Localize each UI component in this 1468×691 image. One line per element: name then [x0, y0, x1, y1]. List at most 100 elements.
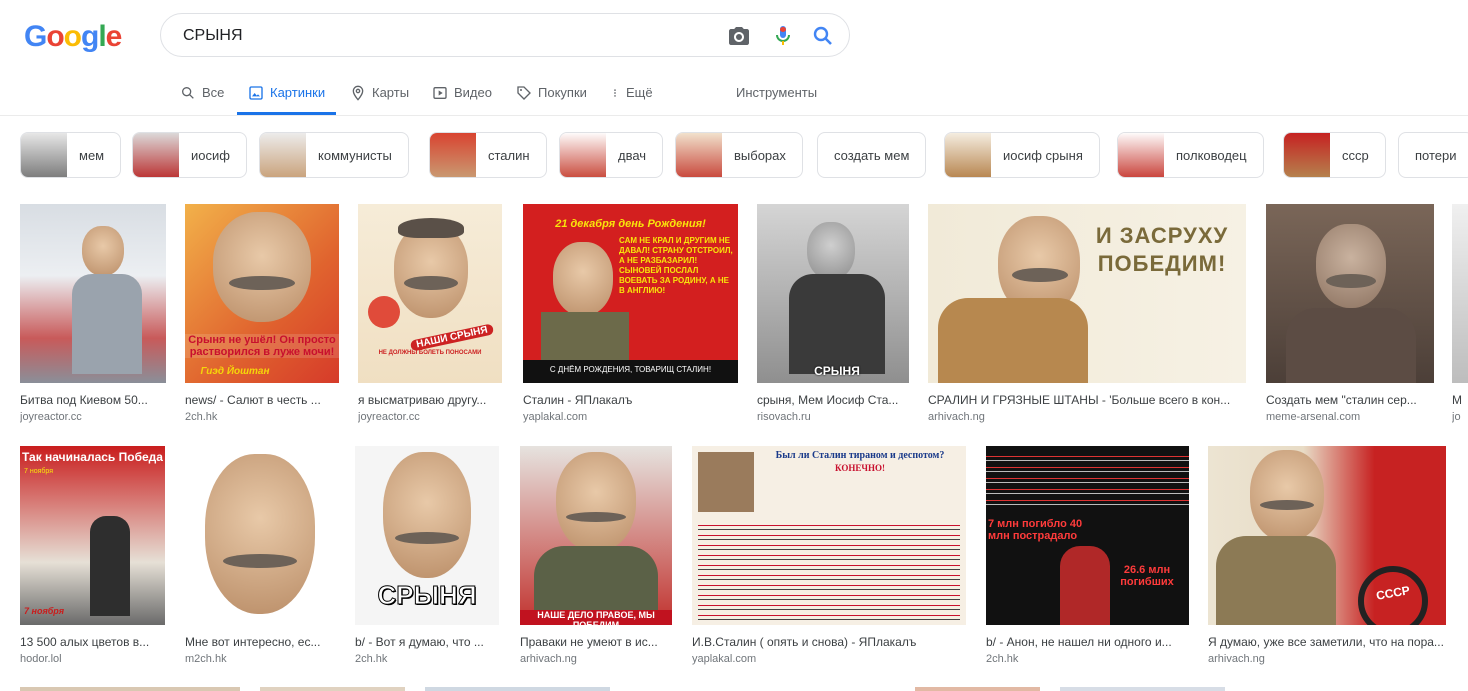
result-source: yaplakal.com: [523, 411, 588, 423]
chip[interactable]: создать мем: [817, 132, 927, 178]
image-text: Так начиналась Победа: [22, 450, 163, 464]
image-text: НЕ ДОЛЖНЫ БОЛЕТЬ ПОНОСАМИ: [378, 350, 482, 356]
tab-label: Инструменты: [736, 85, 818, 100]
image-text: 7 млн погибло 40 млн пострадало: [988, 518, 1083, 542]
logo-letter: o: [63, 20, 82, 53]
chip[interactable]: выборах: [675, 132, 803, 178]
tab-label: Все: [202, 85, 225, 100]
result-caption: М: [1452, 393, 1462, 407]
result-image: Был ли Сталин тираном и деспотом? КОНЕЧН…: [692, 446, 966, 625]
result-source: hodor.lol: [20, 653, 62, 665]
result-source: yaplakal.com: [692, 653, 757, 665]
tab-images[interactable]: Картинки: [237, 78, 337, 115]
image-text: 7 ноября: [24, 468, 54, 475]
result-image: [185, 446, 336, 625]
chip-label: ссср: [1342, 147, 1369, 163]
result-source: risovach.ru: [757, 411, 811, 423]
result-source: jo: [1452, 411, 1461, 423]
result-image: 7 млн погибло 40 млн пострадало 26.6 млн…: [986, 446, 1189, 625]
tab-label: Видео: [454, 85, 492, 100]
camera-icon[interactable]: [727, 24, 751, 48]
result-caption: И.В.Сталин ( опять и снова) - ЯПлакалъ: [692, 635, 917, 649]
tab-label: Карты: [372, 85, 410, 100]
search-icon[interactable]: [811, 24, 835, 48]
chip-thumbnail: [560, 133, 606, 177]
next-row-preview: [20, 687, 1468, 691]
chip-thumbnail: [260, 133, 306, 177]
chip[interactable]: мем: [20, 132, 122, 178]
chip-label: двач: [618, 147, 647, 163]
result-caption: Создать мем "сталин сер...: [1266, 393, 1417, 407]
tab-maps[interactable]: Карты: [350, 78, 409, 115]
tab-label: Ещё: [626, 85, 653, 100]
tag-icon: [517, 86, 531, 100]
result-image: 21 декабря день Рождения! САМ НЕ КРАЛ И …: [523, 204, 738, 383]
chip-label: полководец: [1176, 147, 1247, 163]
tab-shopping[interactable]: Покупки: [516, 78, 587, 115]
image-text: КОНЕЧНО!: [835, 463, 885, 473]
chip-thumbnail: [1118, 133, 1164, 177]
result-image: [20, 204, 166, 383]
chip-label: потери: [1415, 147, 1457, 163]
tab-video[interactable]: Видео: [432, 78, 492, 115]
search-input[interactable]: [181, 22, 705, 50]
logo-letter: e: [105, 20, 123, 53]
image-text: Гиэд Йоштан: [200, 366, 270, 377]
result-caption: СРАЛИН И ГРЯЗНЫЕ ШТАНЫ - 'Больше всего в…: [928, 393, 1231, 407]
result-source: 2ch.hk: [986, 653, 1019, 665]
logo-letter: l: [98, 20, 106, 53]
result-caption: Сталин - ЯПлакалъ: [523, 393, 633, 407]
image-text: САМ НЕ КРАЛ И ДРУГИМ НЕ ДАВАЛ! СТРАНУ ОТ…: [619, 236, 733, 295]
search-icon: [182, 87, 194, 99]
chip[interactable]: потери: [1398, 132, 1468, 178]
result-caption: Мне вот интересно, ес...: [185, 635, 321, 649]
image-text: НАШЕ ДЕЛО ПРАВОЕ, МЫ ПОБЕДИМ: [520, 610, 672, 625]
image-text: НАШИ СРЫНЯ: [409, 323, 495, 352]
result-image: СРЫНЯ: [355, 446, 499, 625]
result-source: joyreactor.cc: [358, 411, 420, 423]
result-caption: b/ - Вот я думаю, что ...: [355, 635, 484, 649]
image-text: 26.6 млн погибших: [1120, 564, 1174, 588]
microphone-icon[interactable]: [771, 24, 795, 48]
result-caption: я высматриваю другу...: [358, 393, 487, 407]
chip-label: иосиф срыня: [1003, 147, 1083, 163]
logo-letter: o: [46, 20, 64, 53]
image-text: СРЫНЯ: [377, 580, 477, 611]
result-source: arhivach.ng: [520, 653, 577, 665]
tab-all[interactable]: Все: [180, 78, 224, 115]
google-logo[interactable]: Google: [24, 20, 123, 54]
chip[interactable]: иосиф: [132, 132, 247, 178]
chip-label: коммунисты: [318, 147, 392, 163]
chip-label: мем: [79, 147, 105, 163]
chip[interactable]: сталин: [429, 132, 547, 178]
image-text: И ЗАСРУХУ ПОБЕДИМ!: [1095, 223, 1229, 276]
tab-tools[interactable]: Инструменты: [736, 78, 817, 115]
image-text: СРЫНЯ: [814, 364, 860, 378]
chip-label: выборах: [734, 147, 786, 163]
chip-thumbnail: [1284, 133, 1330, 177]
chip-label: иосиф: [191, 147, 230, 163]
result-image: СРЫНЯ: [757, 204, 909, 383]
map-pin-icon: [352, 85, 364, 101]
result-image: И ЗАСРУХУ ПОБЕДИМ!: [928, 204, 1246, 383]
chip[interactable]: коммунисты: [259, 132, 409, 178]
image-text: Был ли Сталин тираном и деспотом?: [775, 450, 945, 461]
result-caption: Правaки не умеют в ис...: [520, 635, 658, 649]
chip[interactable]: иосиф срыня: [944, 132, 1100, 178]
result-image: Срыня не ушёл! Он просто растворился в л…: [185, 204, 339, 383]
result-source: arhivach.ng: [928, 411, 985, 423]
result-source: 2ch.hk: [185, 411, 218, 423]
search-box: [160, 13, 850, 57]
chip[interactable]: полководец: [1117, 132, 1264, 178]
result-caption: Я думаю, уже все заметили, что на пора..…: [1208, 635, 1444, 649]
chip-thumbnail: [430, 133, 476, 177]
tab-more[interactable]: Ещё: [610, 78, 653, 115]
chip[interactable]: двач: [559, 132, 664, 178]
chip[interactable]: ссср: [1283, 132, 1386, 178]
logo-letter: g: [81, 20, 99, 53]
result-image: [1266, 204, 1434, 383]
chip-label: создать мем: [834, 147, 910, 163]
result-source: meme-arsenal.com: [1266, 411, 1361, 423]
result-caption: Битва под Киевом 50...: [20, 393, 148, 407]
logo-letter: G: [24, 20, 47, 53]
